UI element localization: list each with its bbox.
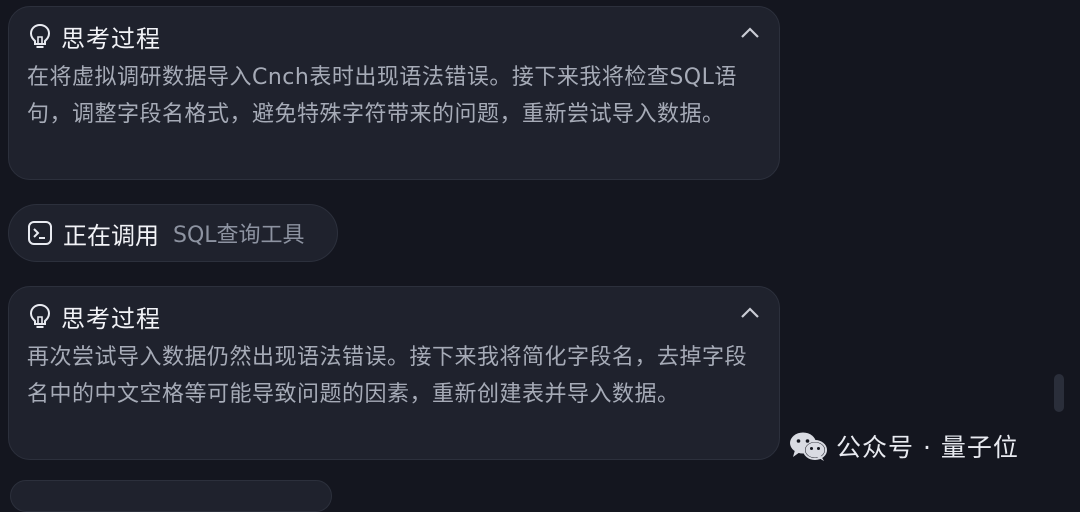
thinking-card-text: 在将虚拟调研数据导入Cnch表时出现语法错误。接下来我将检查SQL语句，调整字段… (27, 65, 737, 127)
tool-name: SQL查询工具 (173, 223, 305, 248)
lightbulb-icon (29, 23, 51, 48)
wechat-icon (790, 432, 827, 461)
tool-call-pill[interactable]: 正在调用 SQL查询工具 (8, 204, 338, 262)
thinking-card-header[interactable]: 思考过程 (29, 301, 161, 333)
thinking-card-title: 思考过程 (61, 304, 161, 333)
tool-call-status: 正在调用 (63, 221, 159, 250)
lightbulb-icon (29, 303, 51, 328)
thinking-card-text: 再次尝试导入数据仍然出现语法错误。接下来我将简化字段名，去掉字段名中的中文空格等… (27, 345, 748, 407)
thinking-card-title: 思考过程 (61, 24, 161, 53)
chevron-up-icon[interactable] (739, 25, 761, 41)
watermark-text: 公众号 · 量子位 (836, 433, 1019, 462)
chevron-up-icon[interactable] (739, 305, 761, 321)
scrollbar-thumb[interactable] (1054, 374, 1064, 412)
thinking-card-2: 思考过程 再次尝试导入数据仍然出现语法错误。接下来我将简化字段名，去掉字段名中的… (8, 286, 780, 460)
terminal-icon (28, 221, 52, 245)
thinking-card-header[interactable]: 思考过程 (29, 21, 161, 53)
next-card-partial (10, 480, 332, 512)
thinking-card-1: 思考过程 在将虚拟调研数据导入Cnch表时出现语法错误。接下来我将检查SQL语句… (8, 6, 780, 180)
watermark: 公众号 · 量子位 (788, 428, 1019, 464)
